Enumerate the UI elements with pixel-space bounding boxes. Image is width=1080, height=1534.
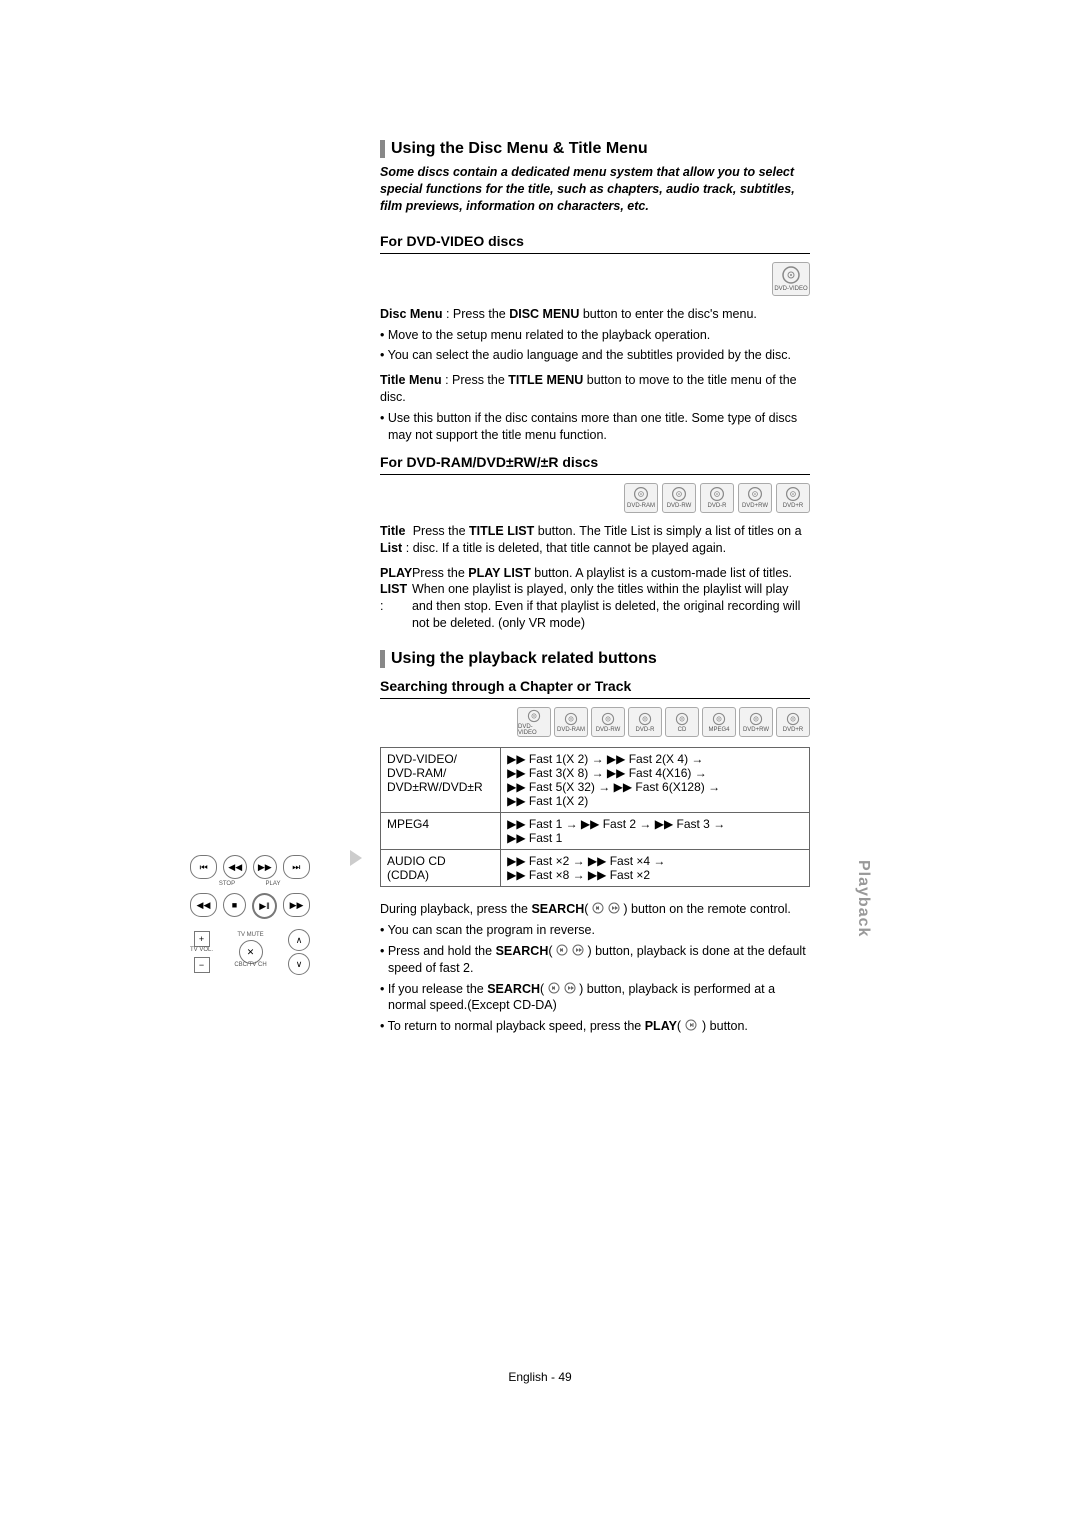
cell-speed-2: ▶▶ Fast 1 → ▶▶ Fast 2 → ▶▶ Fast 3 → ▶▶ F…	[501, 813, 810, 850]
title-list-def: Title List : Press the TITLE LIST button…	[380, 523, 810, 557]
btn-left-icon: ◀◀	[190, 893, 217, 917]
ch-down-icon: ∨	[288, 953, 310, 975]
subhead-dvdram: For DVD-RAM/DVD±RW/±R discs	[380, 454, 810, 475]
skip-fwd-icon: ⏭	[283, 855, 310, 879]
disc-icons-3: DVD-VIDEO DVD-RAM DVD-RW DVD-R CD MPEG4 …	[380, 707, 810, 737]
vol-up-icon: +	[194, 931, 210, 947]
search-bullet-3: • If you release the SEARCH( ) button, p…	[380, 981, 810, 1015]
play-list-def: PLAY LIST : Press the PLAY LIST button. …	[380, 565, 810, 633]
table-row: AUDIO CD (CDDA) ▶▶ Fast ×2 → ▶▶ Fast ×4 …	[381, 850, 810, 887]
section-title-1: Using the Disc Menu & Title Menu	[380, 140, 810, 158]
disc-icon: DVD-R	[628, 707, 662, 737]
disc-icon: DVD-RAM	[624, 483, 658, 513]
disc-label: DVD-VIDEO	[774, 286, 807, 292]
rew-fwd-icon	[592, 902, 620, 914]
disc-icon: CD	[665, 707, 699, 737]
disc-icon: DVD+RW	[739, 707, 773, 737]
disc-icon-dvd-video: DVD-VIDEO	[772, 262, 810, 296]
cell-speed-1: ▶▶ Fast 1(X 2) → ▶▶ Fast 2(X 4) → ▶▶ Fas…	[501, 748, 810, 813]
disc-icon: DVD-VIDEO	[517, 707, 551, 737]
disc-menu-para: Disc Menu : Press the DISC MENU button t…	[380, 306, 810, 323]
page-footer: English - 49	[0, 1370, 1080, 1384]
section-title-2: Using the playback related buttons	[380, 650, 810, 668]
bullet-3: • Use this button if the disc contains m…	[380, 410, 810, 444]
search-note-1: During playback, press the SEARCH( ) but…	[380, 901, 810, 918]
arrow-icon	[350, 850, 362, 866]
disc-icon: DVD-R	[700, 483, 734, 513]
cell-speed-3: ▶▶ Fast ×2 → ▶▶ Fast ×4 → ▶▶ Fast ×8 → ▶…	[501, 850, 810, 887]
disc-icon: MPEG4	[702, 707, 736, 737]
subhead-search: Searching through a Chapter or Track	[380, 678, 810, 699]
vol-down-icon: −	[194, 957, 210, 973]
search-bullet-4: • To return to normal playback speed, pr…	[380, 1018, 810, 1035]
intro-text: Some discs contain a dedicated menu syst…	[380, 164, 810, 215]
search-bullet-1: • You can scan the program in reverse.	[380, 922, 810, 939]
cell-media-2: MPEG4	[381, 813, 501, 850]
disc-icon: DVD+R	[776, 707, 810, 737]
disc-icon: DVD-RAM	[554, 707, 588, 737]
cbc-label: CBC/TV CH	[234, 962, 266, 968]
mute-label: TV MUTE	[237, 932, 263, 938]
disc-icons-1: DVD-VIDEO	[380, 262, 810, 296]
disc-icon: DVD+RW	[738, 483, 772, 513]
remote-diagram: ⏮ ◀◀ ▶▶ ⏭ STOP PLAY ◀◀ ■ ▶‖ ▶▶ + TV VOL. …	[190, 855, 310, 975]
cell-media-1: DVD-VIDEO/ DVD-RAM/ DVD±RW/DVD±R	[381, 748, 501, 813]
cell-media-3: AUDIO CD (CDDA)	[381, 850, 501, 887]
bullet-2: • You can select the audio language and …	[380, 347, 810, 364]
title-menu-para: Title Menu : Press the TITLE MENU button…	[380, 372, 810, 406]
skip-back-icon: ⏮	[190, 855, 217, 879]
disc-icon: DVD-RW	[591, 707, 625, 737]
play-button-icon: ▶‖	[252, 893, 277, 919]
vol-buttons: + TV VOL. −	[190, 931, 213, 973]
search-bullet-2: • Press and hold the SEARCH( ) button, p…	[380, 943, 810, 977]
ch-up-icon: ∧	[288, 929, 310, 951]
stop-label: STOP	[207, 881, 247, 887]
table-row: MPEG4 ▶▶ Fast 1 → ▶▶ Fast 2 → ▶▶ Fast 3 …	[381, 813, 810, 850]
disc-icons-2: DVD-RAM DVD-RW DVD-R DVD+RW DVD+R	[380, 483, 810, 513]
disc-icon: DVD+R	[776, 483, 810, 513]
rew-fwd-icon	[556, 944, 584, 956]
play-label: PLAY	[253, 881, 293, 887]
btn-right-icon: ▶▶	[283, 893, 310, 917]
forward-icon: ▶▶	[253, 855, 277, 879]
mute-icon: ✕	[239, 940, 263, 964]
rew-fwd-icon	[548, 982, 576, 994]
search-speed-table: DVD-VIDEO/ DVD-RAM/ DVD±RW/DVD±R ▶▶ Fast…	[380, 747, 810, 887]
subhead-dvdvideo: For DVD-VIDEO discs	[380, 233, 810, 254]
section-tab: Playback	[854, 860, 872, 937]
ch-buttons: ∧ ∨	[288, 929, 310, 975]
disc-icon: DVD-RW	[662, 483, 696, 513]
table-row: DVD-VIDEO/ DVD-RAM/ DVD±RW/DVD±R ▶▶ Fast…	[381, 748, 810, 813]
bullet-1: • Move to the setup menu related to the …	[380, 327, 810, 344]
rewind-icon: ◀◀	[223, 855, 247, 879]
stop-button-icon: ■	[223, 893, 246, 917]
play-icon	[685, 1019, 699, 1031]
